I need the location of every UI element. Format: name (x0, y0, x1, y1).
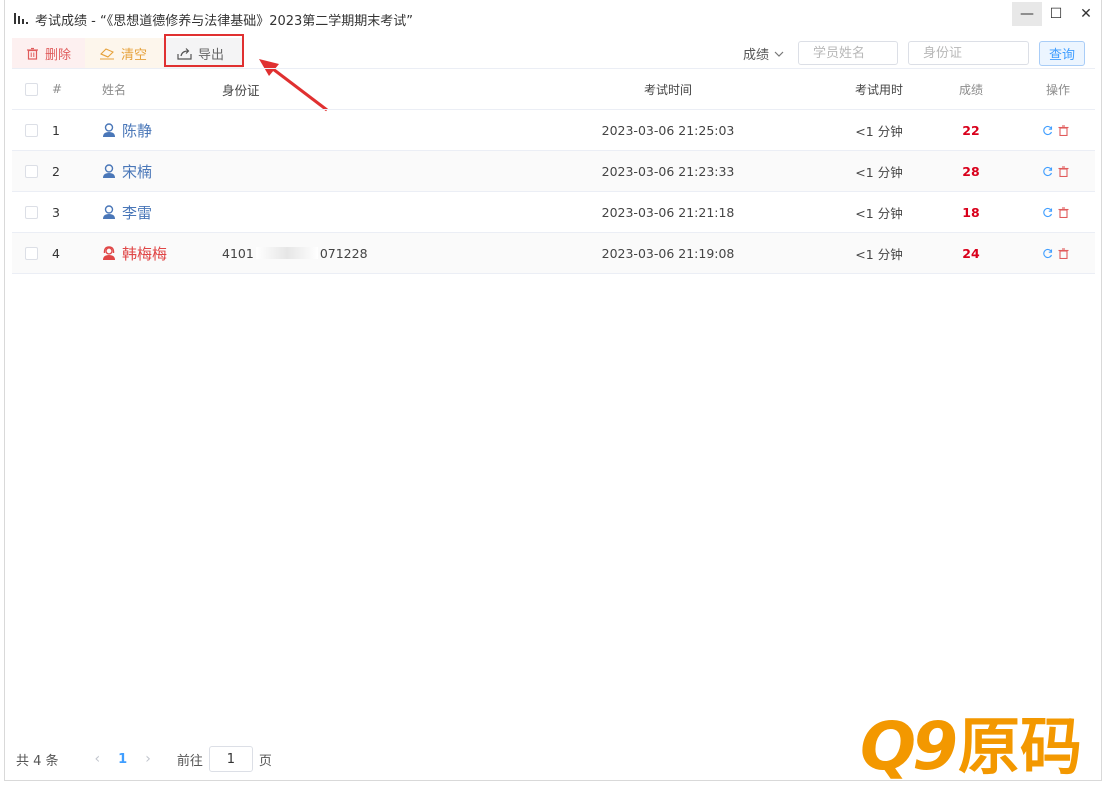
page-number-current[interactable]: 1 (118, 752, 127, 767)
male-user-icon (103, 122, 115, 137)
sort-label: 成绩 (743, 48, 770, 63)
close-button[interactable]: ✕ (1071, 2, 1101, 26)
header-index: # (52, 82, 63, 96)
row-name-cell: 韩梅梅 (102, 233, 167, 273)
student-name[interactable]: 宋楠 (122, 161, 152, 182)
header-ops: 操作 (1046, 82, 1071, 97)
row-ops (1042, 151, 1069, 191)
row-score: 18 (962, 204, 980, 220)
row-check-cell (25, 151, 38, 191)
row-checkbox[interactable] (25, 246, 38, 260)
id-prefix: 4101 (222, 245, 254, 261)
title-bar: 考试成绩 - “《思想道德修养与法律基础》2023第二学期期末考试” — ☐ ✕ (5, 0, 1101, 38)
id-card-input[interactable] (908, 41, 1029, 65)
trash-icon[interactable] (1058, 247, 1069, 259)
header-name: 姓名 (102, 82, 127, 97)
male-user-icon (103, 163, 115, 178)
results-table: # 姓名 身份证 考试时间 考试用时 成绩 操作 1 陈静 2023-03-06… (12, 68, 1095, 274)
row-checkbox[interactable] (25, 205, 38, 219)
refresh-icon[interactable] (1042, 207, 1053, 218)
row-ops (1042, 110, 1069, 150)
row-score: 28 (962, 163, 980, 179)
table-header: # 姓名 身份证 考试时间 考试用时 成绩 操作 (12, 68, 1095, 110)
trash-icon (27, 47, 38, 60)
maximize-button[interactable]: ☐ (1041, 2, 1071, 26)
page-suffix: 页 (258, 753, 272, 769)
student-name[interactable]: 韩梅梅 (122, 243, 167, 264)
watermark-mark: Q9 (860, 708, 958, 785)
watermark-logo: Q9 原码 (860, 710, 1100, 784)
row-index: 2 (52, 163, 60, 179)
eraser-icon (100, 47, 114, 59)
chevron-left-icon[interactable]: ‹ (95, 751, 101, 767)
chevron-down-icon (774, 51, 784, 57)
female-user-icon (103, 245, 115, 260)
table-row: 1 陈静 2023-03-06 21:25:03 <1 分钟 22 (12, 110, 1095, 151)
row-name-cell: 李雷 (102, 192, 152, 232)
row-score: 22 (962, 122, 980, 138)
trash-icon[interactable] (1058, 165, 1069, 177)
highlight-box (164, 34, 244, 67)
bar-chart-icon (14, 13, 28, 24)
watermark-text: 原码 (958, 710, 1083, 783)
row-duration: <1 分钟 (855, 246, 903, 262)
clear-label: 清空 (121, 47, 148, 63)
trash-icon[interactable] (1058, 206, 1069, 218)
student-name-input[interactable] (798, 41, 898, 65)
row-checkbox[interactable] (25, 164, 38, 178)
goto-label: 前往 (176, 753, 203, 769)
select-all-checkbox[interactable] (25, 82, 38, 96)
row-index: 1 (52, 122, 60, 138)
id-suffix: 071228 (319, 245, 368, 261)
exam-results-window: 考试成绩 - “《思想道德修养与法律基础》2023第二学期期末考试” — ☐ ✕… (4, 0, 1102, 781)
table-row: 4 韩梅梅 4101 071228 2023-03-06 21:19:08 <1… (12, 233, 1095, 274)
row-time: 2023-03-06 21:25:03 (601, 122, 735, 138)
row-time: 2023-03-06 21:19:08 (601, 245, 735, 261)
total-count: 共 4 条 (16, 753, 59, 769)
delete-label: 删除 (45, 47, 72, 63)
trash-icon[interactable] (1058, 124, 1069, 136)
header-time: 考试时间 (643, 82, 692, 97)
row-duration: <1 分钟 (855, 164, 903, 180)
header-score: 成绩 (958, 82, 983, 97)
row-name-cell: 陈静 (102, 110, 152, 150)
male-user-icon (103, 204, 115, 219)
id-redaction (255, 247, 318, 259)
student-name[interactable]: 陈静 (122, 120, 152, 141)
row-ops (1042, 192, 1069, 232)
delete-button[interactable]: 删除 (12, 38, 85, 68)
table-row: 3 李雷 2023-03-06 21:21:18 <1 分钟 18 (12, 192, 1095, 233)
row-index: 3 (52, 204, 60, 220)
header-duration: 考试用时 (854, 82, 903, 97)
refresh-icon[interactable] (1042, 125, 1053, 136)
pagination: 共 4 条 ‹ 1 › 前往 页 (16, 746, 272, 772)
refresh-icon[interactable] (1042, 166, 1053, 177)
row-index: 4 (52, 245, 60, 261)
clear-button[interactable]: 清空 (85, 38, 163, 68)
query-button[interactable]: 查询 (1039, 41, 1085, 66)
refresh-icon[interactable] (1042, 248, 1053, 259)
row-check-cell (25, 110, 38, 150)
header-id: 身份证 (222, 82, 260, 98)
row-time: 2023-03-06 21:23:33 (601, 163, 735, 179)
row-ops (1042, 233, 1069, 273)
row-time: 2023-03-06 21:21:18 (601, 204, 735, 220)
student-name[interactable]: 李雷 (122, 202, 152, 223)
sort-select[interactable]: 成绩 (743, 44, 784, 63)
minimize-button[interactable]: — (1012, 2, 1042, 26)
row-check-cell (25, 192, 38, 232)
row-name-cell: 宋楠 (102, 151, 152, 191)
table-row: 2 宋楠 2023-03-06 21:23:33 <1 分钟 28 (12, 151, 1095, 192)
row-duration: <1 分钟 (855, 205, 903, 221)
select-all-cell (25, 69, 38, 109)
row-score: 24 (962, 245, 980, 261)
row-id: 4101 071228 (222, 233, 368, 273)
window-title: 考试成绩 - “《思想道德修养与法律基础》2023第二学期期末考试” (35, 14, 414, 29)
row-checkbox[interactable] (25, 123, 38, 137)
chevron-right-icon[interactable]: › (145, 751, 151, 767)
row-check-cell (25, 233, 38, 273)
row-duration: <1 分钟 (855, 123, 903, 139)
goto-page-input[interactable] (208, 746, 253, 772)
